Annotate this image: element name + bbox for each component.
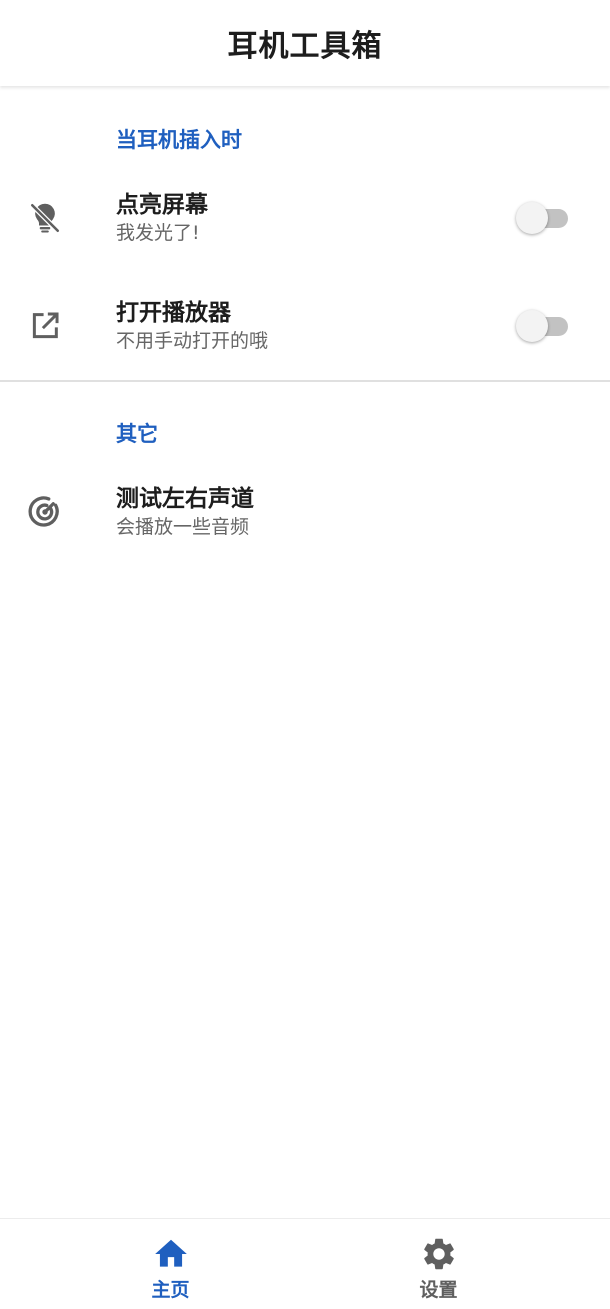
open-player-switch[interactable]: [516, 308, 568, 344]
setting-title: 测试左右声道: [116, 486, 254, 512]
light-screen-switch[interactable]: [516, 200, 568, 236]
nav-label-settings: 设置: [419, 1279, 458, 1301]
top-app-bar: 耳机工具箱: [0, 0, 610, 86]
switch-thumb: [516, 202, 548, 234]
setting-row-text: 打开播放器 不用手动打开的哦: [116, 298, 268, 354]
section-divider: [0, 380, 610, 382]
gear-icon: [420, 1235, 458, 1273]
home-icon: [152, 1235, 190, 1273]
setting-row-text: 测试左右声道 会播放一些音频: [116, 484, 254, 540]
setting-subtitle: 我发光了!: [116, 222, 200, 244]
nav-label-home: 主页: [151, 1279, 190, 1301]
nav-item-home[interactable]: 主页: [18, 1219, 323, 1309]
radar-icon: [25, 492, 65, 532]
section-header-other: 其它: [116, 422, 158, 446]
app-title: 耳机工具箱: [227, 29, 383, 64]
setting-row-light-screen[interactable]: 点亮屏幕 我发光了!: [0, 168, 610, 268]
setting-subtitle: 会播放一些音频: [116, 516, 250, 538]
setting-row-text: 点亮屏幕 我发光了!: [116, 190, 208, 246]
nav-item-settings[interactable]: 设置: [286, 1219, 591, 1309]
setting-row-open-player[interactable]: 打开播放器 不用手动打开的哦: [0, 276, 610, 376]
app-root: 耳机工具箱 当耳机插入时 点亮屏幕 我发光了! 打开播放器 不用手动打开的哦 其…: [0, 0, 610, 1309]
switch-thumb: [516, 310, 548, 342]
setting-row-test-channels[interactable]: 测试左右声道 会播放一些音频: [0, 462, 610, 562]
setting-title: 打开播放器: [116, 300, 231, 326]
setting-subtitle: 不用手动打开的哦: [116, 330, 269, 352]
open-in-new-icon: [25, 306, 65, 346]
bottom-navigation: 主页 设置: [0, 1218, 610, 1309]
lightbulb-off-icon: [25, 198, 65, 238]
section-header-headphone-plugged: 当耳机插入时: [116, 128, 242, 152]
setting-title: 点亮屏幕: [116, 192, 208, 218]
